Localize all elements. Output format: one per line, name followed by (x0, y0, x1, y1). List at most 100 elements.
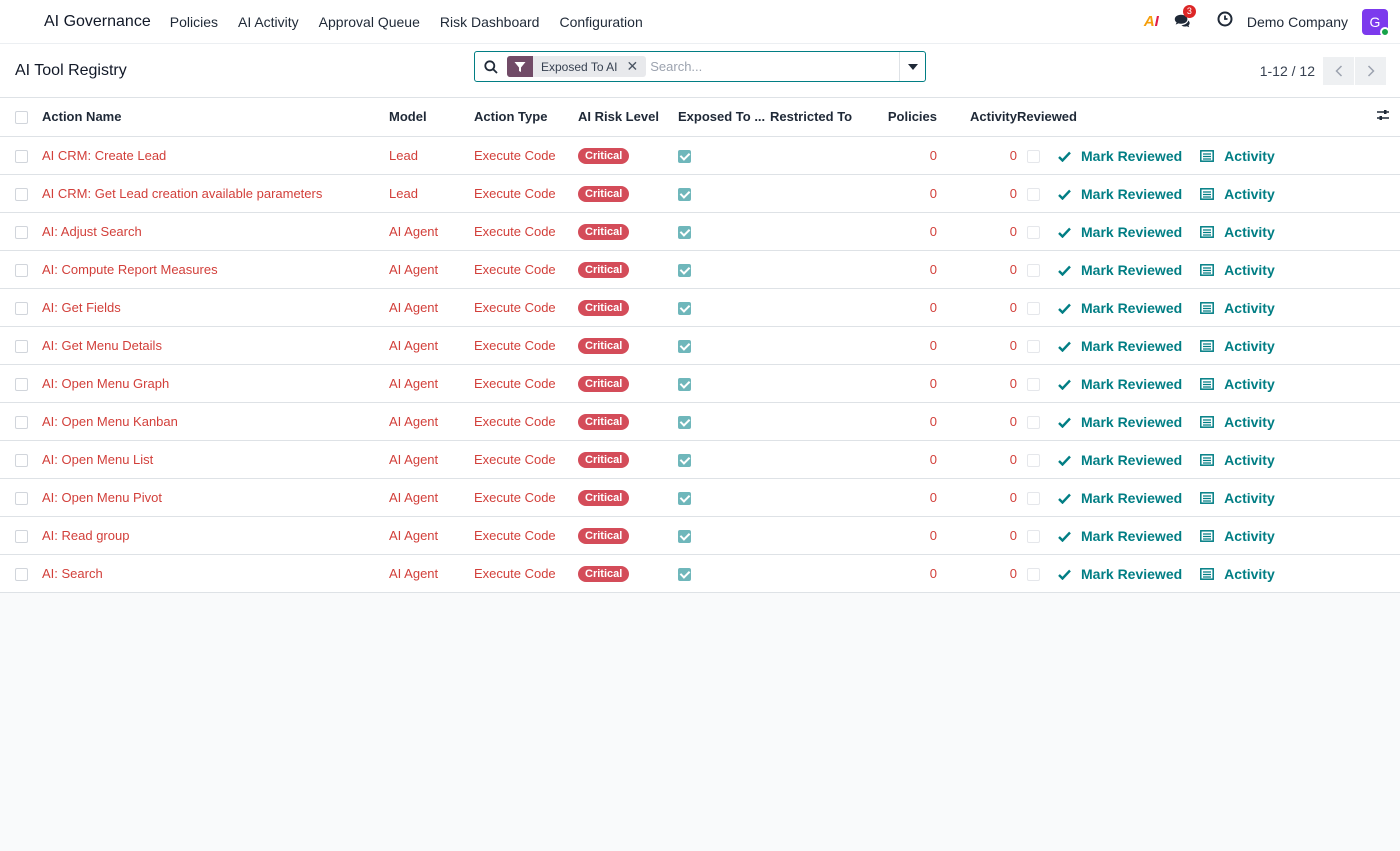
cell-action-type[interactable]: Execute Code (474, 554, 578, 593)
activity-button[interactable]: Activity (1200, 566, 1275, 582)
cell-restricted-to[interactable] (770, 402, 864, 441)
row-select-checkbox[interactable] (15, 187, 28, 201)
cell-activity-count[interactable]: 0 (937, 478, 1017, 517)
cell-policies[interactable]: 0 (864, 554, 937, 593)
user-avatar[interactable]: G (1362, 8, 1390, 37)
pager-next-button[interactable] (1355, 57, 1386, 85)
row-select-checkbox[interactable] (15, 149, 28, 163)
cell-policies[interactable]: 0 (864, 402, 937, 441)
menu-risk-dashboard[interactable]: Risk Dashboard (440, 14, 540, 30)
pager-previous-button[interactable] (1323, 57, 1354, 85)
activity-button[interactable]: Activity (1200, 376, 1275, 392)
mark-reviewed-button[interactable]: Mark Reviewed (1058, 414, 1182, 430)
cell-policies[interactable]: 0 (864, 516, 937, 555)
cell-action-type[interactable]: Execute Code (474, 364, 578, 403)
table-row[interactable]: AI: Open Menu Pivot AI Agent Execute Code C… (0, 478, 1400, 517)
cell-policies[interactable]: 0 (864, 288, 937, 327)
cell-restricted-to[interactable] (770, 478, 864, 517)
header-risk-level[interactable]: AI Risk Level (578, 98, 678, 137)
mark-reviewed-button[interactable]: Mark Reviewed (1058, 490, 1182, 506)
table-row[interactable]: AI: Compute Report Measures AI Agent Execu… (0, 250, 1400, 289)
table-row[interactable]: AI: Open Menu List AI Agent Execute Code Cr… (0, 440, 1400, 479)
remove-facet-icon[interactable]: ✕ (625, 58, 647, 75)
menu-policies[interactable]: Policies (170, 14, 218, 30)
table-row[interactable]: AI CRM: Get Lead creation available para… (0, 174, 1400, 213)
row-select-checkbox[interactable] (15, 339, 28, 353)
cell-action-name[interactable]: AI: Compute Report Measures (42, 250, 389, 289)
mark-reviewed-button[interactable]: Mark Reviewed (1058, 338, 1182, 354)
header-action-name[interactable]: Action Name (42, 98, 389, 137)
cell-action-name[interactable]: AI: Read group (42, 516, 389, 555)
mark-reviewed-button[interactable]: Mark Reviewed (1058, 528, 1182, 544)
cell-activity-count[interactable]: 0 (937, 136, 1017, 175)
cell-activity-count[interactable]: 0 (937, 516, 1017, 555)
row-select-checkbox[interactable] (15, 415, 28, 429)
header-action-type[interactable]: Action Type (474, 98, 578, 137)
cell-activity-count[interactable]: 0 (937, 212, 1017, 251)
cell-policies[interactable]: 0 (864, 364, 937, 403)
cell-policies[interactable]: 0 (864, 326, 937, 365)
row-select-checkbox[interactable] (15, 377, 28, 391)
cell-policies[interactable]: 0 (864, 136, 937, 175)
header-model[interactable]: Model (389, 98, 474, 137)
mark-reviewed-button[interactable]: Mark Reviewed (1058, 262, 1182, 278)
cell-model[interactable]: AI Agent (389, 554, 474, 593)
cell-model[interactable]: Lead (389, 136, 474, 175)
cell-action-name[interactable]: AI CRM: Create Lead (42, 136, 389, 175)
activity-button[interactable]: Activity (1200, 528, 1275, 544)
header-policies[interactable]: Policies (864, 98, 937, 137)
row-select-checkbox[interactable] (15, 567, 28, 581)
mark-reviewed-button[interactable]: Mark Reviewed (1058, 452, 1182, 468)
search-input[interactable] (650, 52, 899, 81)
table-row[interactable]: AI: Get Fields AI Agent Execute Code Critic… (0, 288, 1400, 327)
header-reviewed[interactable]: Reviewed (1017, 98, 1122, 137)
filter-facet[interactable]: Exposed To AI ✕ (507, 56, 647, 77)
cell-action-name[interactable]: AI: Adjust Search (42, 212, 389, 251)
cell-activity-count[interactable]: 0 (937, 402, 1017, 441)
cell-restricted-to[interactable] (770, 516, 864, 555)
cell-action-name[interactable]: AI: Get Menu Details (42, 326, 389, 365)
cell-model[interactable]: AI Agent (389, 326, 474, 365)
cell-model[interactable]: AI Agent (389, 288, 474, 327)
table-row[interactable]: AI: Open Menu Graph AI Agent Execute Code C… (0, 364, 1400, 403)
activity-clock-button[interactable] (1217, 11, 1233, 32)
cell-model[interactable]: AI Agent (389, 516, 474, 555)
table-row[interactable]: AI: Read group AI Agent Execute Code Critic… (0, 516, 1400, 555)
activity-button[interactable]: Activity (1200, 452, 1275, 468)
activity-button[interactable]: Activity (1200, 148, 1275, 164)
cell-model[interactable]: AI Agent (389, 212, 474, 251)
search-options-toggle[interactable] (899, 52, 925, 81)
cell-policies[interactable]: 0 (864, 174, 937, 213)
app-name[interactable]: AI Governance (44, 13, 151, 31)
cell-restricted-to[interactable] (770, 364, 864, 403)
cell-activity-count[interactable]: 0 (937, 554, 1017, 593)
mark-reviewed-button[interactable]: Mark Reviewed (1058, 186, 1182, 202)
mark-reviewed-button[interactable]: Mark Reviewed (1058, 376, 1182, 392)
column-options-icon[interactable] (1376, 108, 1390, 122)
menu-configuration[interactable]: Configuration (559, 14, 642, 30)
cell-action-type[interactable]: Execute Code (474, 288, 578, 327)
cell-action-name[interactable]: AI: Open Menu Graph (42, 364, 389, 403)
cell-activity-count[interactable]: 0 (937, 250, 1017, 289)
header-restricted[interactable]: Restricted To (770, 98, 864, 137)
cell-action-type[interactable]: Execute Code (474, 212, 578, 251)
cell-restricted-to[interactable] (770, 212, 864, 251)
cell-action-name[interactable]: AI: Open Menu Pivot (42, 478, 389, 517)
activity-button[interactable]: Activity (1200, 262, 1275, 278)
mark-reviewed-button[interactable]: Mark Reviewed (1058, 224, 1182, 240)
cell-policies[interactable]: 0 (864, 478, 937, 517)
cell-model[interactable]: AI Agent (389, 440, 474, 479)
cell-action-type[interactable]: Execute Code (474, 516, 578, 555)
row-select-checkbox[interactable] (15, 263, 28, 277)
select-all-checkbox[interactable] (15, 111, 28, 125)
cell-action-type[interactable]: Execute Code (474, 174, 578, 213)
cell-policies[interactable]: 0 (864, 250, 937, 289)
cell-action-type[interactable]: Execute Code (474, 440, 578, 479)
cell-activity-count[interactable]: 0 (937, 440, 1017, 479)
company-switcher[interactable]: Demo Company (1247, 14, 1348, 30)
activity-button[interactable]: Activity (1200, 224, 1275, 240)
cell-restricted-to[interactable] (770, 288, 864, 327)
table-row[interactable]: AI: Search AI Agent Execute Code Critical 0 0… (0, 554, 1400, 593)
cell-restricted-to[interactable] (770, 136, 864, 175)
cell-policies[interactable]: 0 (864, 212, 937, 251)
